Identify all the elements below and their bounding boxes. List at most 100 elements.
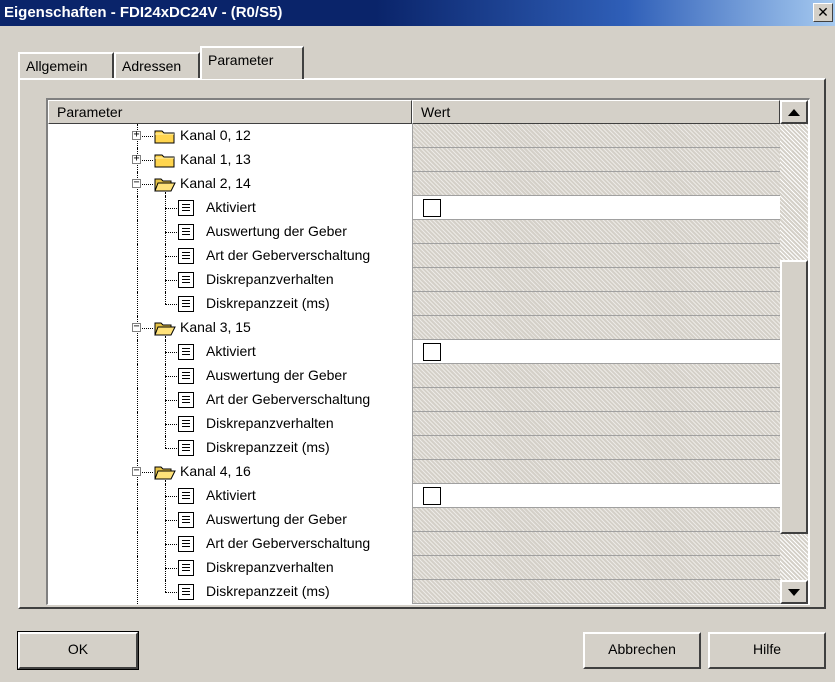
tree-param-row[interactable]: Diskrepanzverhalten [48,268,780,292]
tree-param-row[interactable]: Aktiviert [48,196,780,220]
tree-line [165,292,166,304]
tree-cell[interactable]: Art der Geberverschaltung [48,388,412,412]
tree-param-row[interactable]: Diskrepanzzeit (ms) [48,580,780,604]
value-cell [412,316,780,340]
tree-cell[interactable]: Diskrepanzzeit (ms) [48,580,412,604]
tree-item-label: Art der Geberverschaltung [206,391,371,407]
value-cell [412,532,780,556]
tree-param-row[interactable]: Aktiviert [48,340,780,364]
tree-cell[interactable]: Diskrepanzverhalten [48,268,412,292]
tree-cell[interactable]: Aktiviert [48,340,412,364]
tree-item-label: Diskrepanzverhalten [206,271,334,287]
tree-param-row[interactable]: Diskrepanzzeit (ms) [48,436,780,460]
tree-item-label: Auswertung der Geber [206,511,347,527]
tree-cell[interactable]: + Kanal 0, 12 [48,124,412,148]
scroll-thumb[interactable] [780,260,808,534]
tree-param-row[interactable]: Art der Geberverschaltung [48,388,780,412]
parameter-icon [178,200,194,216]
aktiviert-checkbox[interactable] [423,343,441,361]
collapse-icon[interactable]: − [132,178,141,188]
tree-param-row[interactable]: Art der Geberverschaltung [48,244,780,268]
tree-cell[interactable]: − Kanal 4, 16 [48,460,412,484]
value-cell[interactable] [412,340,780,364]
tree-item-label: Diskrepanzzeit (ms) [206,295,330,311]
parameter-icon [178,248,194,264]
aktiviert-checkbox[interactable] [423,199,441,217]
parameter-icon [178,416,194,432]
scroll-down-button[interactable] [780,580,808,604]
tab-parameter[interactable]: Parameter [200,46,304,79]
close-button[interactable]: ✕ [813,3,833,22]
tree-cell[interactable]: Art der Geberverschaltung [48,532,412,556]
tree-folder-row[interactable]: − Kanal 2, 14 [48,172,780,196]
tree-param-row[interactable]: Aktiviert [48,484,780,508]
parameter-icon [178,344,194,360]
vertical-scrollbar[interactable] [780,100,808,604]
tree-folder-row[interactable]: − Kanal 4, 16 [48,460,780,484]
tree-line [165,352,177,353]
tree-param-row[interactable]: Auswertung der Geber [48,220,780,244]
parameter-icon [178,392,194,408]
expand-icon[interactable]: + [132,130,141,140]
tree-folder-row[interactable]: − Kanal 3, 15 [48,316,780,340]
tree-line [165,592,177,593]
value-cell[interactable] [412,484,780,508]
tree-cell[interactable]: + Kanal 1, 13 [48,148,412,172]
close-icon: ✕ [817,4,829,20]
tree-param-row[interactable]: Auswertung der Geber [48,364,780,388]
value-cell [412,292,780,316]
tree-param-row[interactable]: Diskrepanzverhalten [48,556,780,580]
tree-line [137,532,138,556]
tree-item-label: Art der Geberverschaltung [206,247,371,263]
column-header-value[interactable]: Wert [412,100,780,124]
parameter-icon [178,440,194,456]
tree-item-label: Kanal 1, 13 [180,151,251,167]
tree-folder-row[interactable]: + Kanal 0, 12 [48,124,780,148]
collapse-icon[interactable]: − [132,322,141,332]
value-cell [412,580,780,604]
tab-adressen[interactable]: Adressen [114,52,200,79]
tree-param-row[interactable]: Diskrepanzverhalten [48,412,780,436]
value-cell [412,364,780,388]
tree-param-row[interactable]: Auswertung der Geber [48,508,780,532]
tree-line [137,268,138,292]
parameter-icon [178,536,194,552]
tree-cell[interactable]: Aktiviert [48,484,412,508]
tree-cell[interactable]: Diskrepanzverhalten [48,556,412,580]
aktiviert-checkbox[interactable] [423,487,441,505]
tree-cell[interactable]: Auswertung der Geber [48,508,412,532]
tree-param-row[interactable]: Art der Geberverschaltung [48,532,780,556]
ok-button[interactable]: OK [17,631,139,670]
tree-item-label: Diskrepanzverhalten [206,559,334,575]
folder-icon [154,464,176,480]
tree-cell[interactable]: Diskrepanzzeit (ms) [48,436,412,460]
cancel-button[interactable]: Abbrechen [583,632,701,669]
help-button[interactable]: Hilfe [708,632,826,669]
tree-cell[interactable]: − Kanal 2, 14 [48,172,412,196]
tree-item-label: Kanal 4, 16 [180,463,251,479]
value-cell[interactable] [412,196,780,220]
folder-icon [154,152,176,168]
title-bar: Eigenschaften - FDI24xDC24V - (R0/S5) ✕ [0,0,835,26]
tree-cell[interactable]: Art der Geberverschaltung [48,244,412,268]
expand-icon[interactable]: + [132,154,141,164]
collapse-icon[interactable]: − [132,466,141,476]
tree-item-label: Kanal 0, 12 [180,127,251,143]
tree-cell[interactable]: Auswertung der Geber [48,220,412,244]
column-header-parameter[interactable]: Parameter [48,100,412,124]
tree-cell[interactable]: Auswertung der Geber [48,364,412,388]
parameter-grid: Parameter Wert + Kanal 0, 12 + Kanal 1, 13 −… [46,98,810,605]
tab-allgemein[interactable]: Allgemein [18,52,114,79]
value-cell [412,124,780,148]
tree-cell[interactable]: − Kanal 3, 15 [48,316,412,340]
tree-item-label: Aktiviert [206,199,256,215]
tree-cell[interactable]: Diskrepanzverhalten [48,412,412,436]
value-cell [412,460,780,484]
tree-param-row[interactable]: Diskrepanzzeit (ms) [48,292,780,316]
scroll-up-button[interactable] [780,100,808,124]
tree-folder-row[interactable]: + Kanal 1, 13 [48,148,780,172]
tree-cell[interactable]: Diskrepanzzeit (ms) [48,292,412,316]
tree-line [137,580,138,604]
tree-cell[interactable]: Aktiviert [48,196,412,220]
tree-item-label: Kanal 3, 15 [180,319,251,335]
